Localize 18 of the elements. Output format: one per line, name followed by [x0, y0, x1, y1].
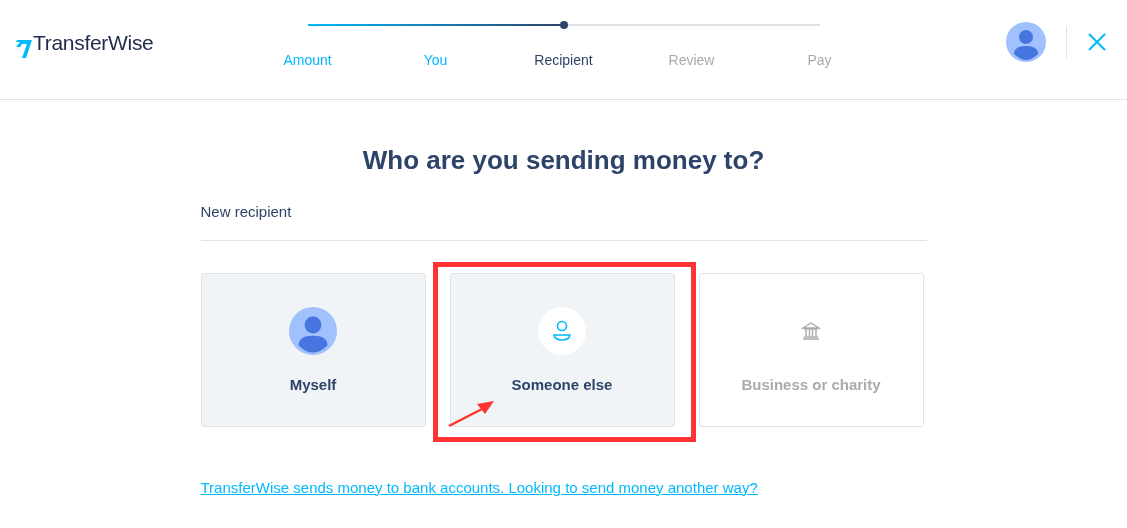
close-button[interactable] [1087, 32, 1107, 52]
progress-marker [559, 21, 568, 29]
step-label: Review [668, 52, 715, 68]
step-label: Pay [807, 52, 832, 68]
step-label: Recipient [534, 52, 593, 68]
recipient-option[interactable]: Myself [200, 272, 426, 427]
step-label: Amount [283, 52, 332, 68]
logo-text: TransferWise [33, 30, 154, 56]
avatar-icon [289, 306, 337, 355]
person-icon [538, 306, 586, 355]
avatar-icon[interactable] [1006, 22, 1046, 62]
step-label: You [423, 52, 448, 68]
section-label: New recipient [200, 203, 292, 221]
page-title: Who are you sending money to? [361, 145, 766, 177]
bank-icon [801, 320, 821, 341]
recipient-option[interactable]: Someone else [449, 272, 675, 427]
arrow-annotation [447, 400, 494, 427]
logo-icon [15, 38, 33, 59]
